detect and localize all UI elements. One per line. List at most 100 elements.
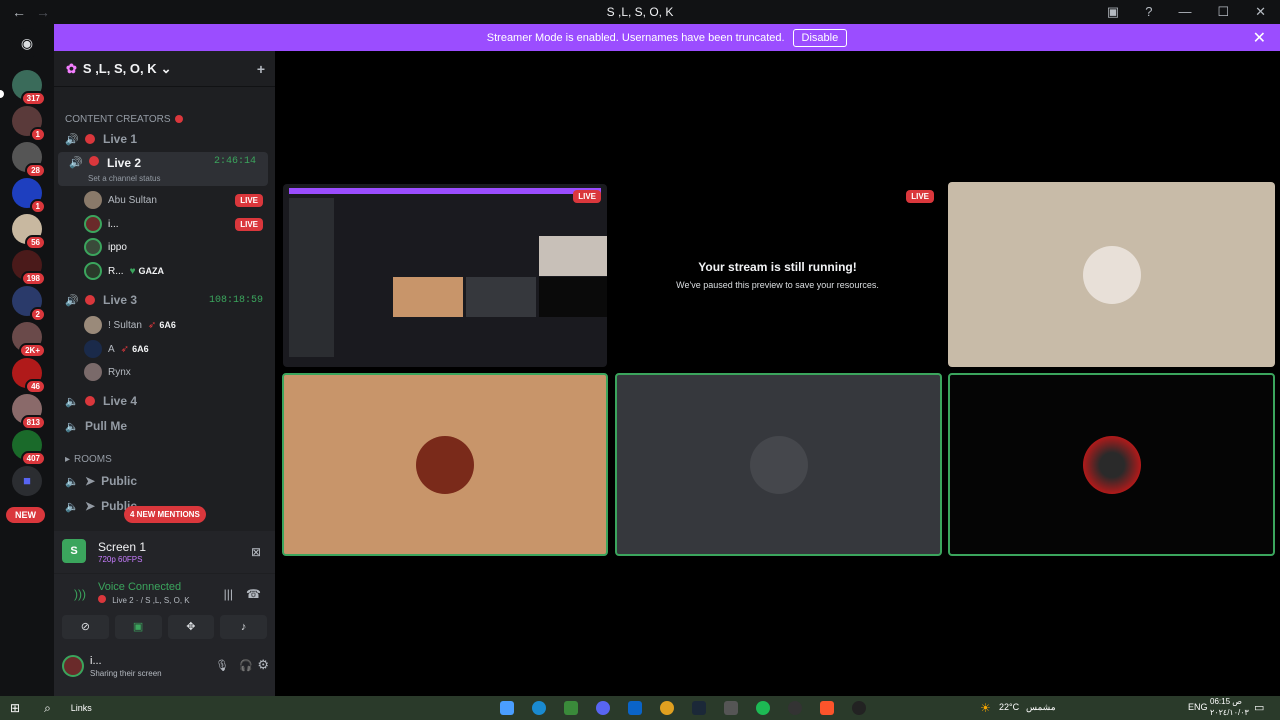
edge-icon[interactable] <box>532 701 546 715</box>
server-icon[interactable]: 46 <box>12 358 46 394</box>
store-icon[interactable] <box>564 701 578 715</box>
search-icon[interactable]: ⌕ <box>44 701 51 716</box>
channel-public[interactable]: 🔈 ➤ Public <box>54 469 275 493</box>
participant-tile[interactable] <box>948 182 1275 367</box>
chevron-down-icon: ⌄ <box>160 60 172 76</box>
guild-header[interactable]: ✿ S ,L, S, O, K ⌄ + <box>54 51 275 87</box>
obs-icon[interactable] <box>788 701 802 715</box>
windows-start-icon[interactable]: ⊞ <box>10 701 20 715</box>
soundboard-button[interactable]: ♪ <box>220 615 267 639</box>
copilot-icon[interactable] <box>500 701 514 715</box>
camera-off-button[interactable]: ⊘ <box>62 615 109 639</box>
server-icon[interactable]: 813 <box>12 394 46 430</box>
banner-text: Streamer Mode is enabled. Usernames have… <box>486 31 785 44</box>
server-icon[interactable]: 407 <box>12 430 46 466</box>
avatar <box>84 215 102 233</box>
voice-user[interactable]: i... LIVE <box>54 212 275 236</box>
links-toolbar[interactable]: Links <box>71 703 92 713</box>
screen-share-button[interactable]: ▣ <box>114 615 162 639</box>
voice-user[interactable]: ! Sultan ➶ 6A6 <box>54 313 275 337</box>
voice-status[interactable]: Voice Connected <box>98 581 181 593</box>
discord-icon[interactable] <box>596 701 610 715</box>
category-rooms[interactable]: ▸ ROOMS <box>54 447 275 471</box>
spotify-icon[interactable] <box>756 701 770 715</box>
voice-user[interactable]: Abu Sultan LIVE <box>54 188 275 212</box>
avatar <box>84 340 102 358</box>
app-icon[interactable] <box>724 701 738 715</box>
channel-live-4[interactable]: 🔈 Live 4 <box>54 389 275 413</box>
screen-share-icon: S <box>62 539 86 563</box>
disable-button[interactable]: Disable <box>792 28 848 47</box>
speaker-icon: 🔊 <box>65 294 79 307</box>
server-list: ◉ 317 1 28 1 56 198 2 2K+ 46 813 407 ■ N… <box>0 24 54 696</box>
voice-panel: S Screen 1 720p 60FPS ⊠ ))) Voice Connec… <box>54 531 275 696</box>
disconnect-icon[interactable]: ☎ <box>246 587 261 601</box>
windows-taskbar: ⊞ ⌕ Links ☀ 22°C مشمس ENG 06:15 ص ٢٠٢٤/١… <box>0 696 1280 720</box>
red-circle-icon <box>174 115 183 123</box>
voice-user[interactable]: Rynx <box>54 360 275 384</box>
outlook-icon[interactable] <box>628 701 642 715</box>
paused-subtitle: We've paused this preview to save your r… <box>676 280 879 290</box>
participant-tile[interactable] <box>615 373 942 556</box>
avatar[interactable] <box>62 655 84 677</box>
play-icon: ➤ <box>85 499 96 513</box>
rocket-icon: ➶ <box>147 319 157 331</box>
speaker-icon: 🔈 <box>65 500 79 513</box>
new-unreads-pill[interactable]: NEW <box>6 507 45 523</box>
stop-stream-icon[interactable]: ⊠ <box>251 545 261 559</box>
live-badge: LIVE <box>573 190 601 203</box>
noise-suppression-icon[interactable]: ||| <box>224 587 233 601</box>
avatar <box>416 435 474 494</box>
voice-user[interactable]: A ➶ 6A6 <box>54 337 275 361</box>
chrome-icon[interactable] <box>660 701 674 715</box>
close-icon[interactable]: ✕ <box>1253 28 1266 48</box>
app-icon[interactable] <box>852 701 866 715</box>
inbox-icon[interactable]: ▣ <box>1107 4 1119 20</box>
server-boost-icon: ✿ <box>66 60 77 76</box>
server-icon[interactable]: 28 <box>12 142 46 178</box>
server-icon[interactable]: 56 <box>12 214 46 250</box>
notification-icon[interactable]: ▭ <box>1254 701 1264 714</box>
minimize-icon[interactable]: — <box>1178 4 1191 20</box>
channel-pull-me[interactable]: 🔈 Pull Me <box>54 414 275 438</box>
brave-icon[interactable] <box>820 701 834 715</box>
new-mentions-pill[interactable]: 4 NEW MENTIONS <box>124 506 206 523</box>
paused-title: Your stream is still running! <box>698 260 857 274</box>
signal-icon: ))) <box>74 587 86 601</box>
microphone-icon[interactable]: 🎙 <box>215 659 229 672</box>
server-icon[interactable]: 1 <box>12 106 46 142</box>
activities-button[interactable]: ✥ <box>167 615 215 639</box>
server-icon[interactable]: 317 <box>12 70 46 106</box>
gear-icon[interactable]: ⚙ <box>257 657 269 673</box>
stream-preview-tile[interactable]: LIVE <box>283 184 607 367</box>
headphones-icon[interactable]: 🎧 <box>239 659 253 672</box>
participant-tile[interactable] <box>948 373 1275 556</box>
speaker-icon: 🔈 <box>65 395 79 408</box>
server-icon[interactable]: 198 <box>12 250 46 286</box>
voice-user[interactable]: ippo <box>54 235 275 259</box>
invite-icon[interactable]: + <box>257 61 265 77</box>
channel-live-1[interactable]: 🔊 Live 1 <box>54 127 275 151</box>
close-window-icon[interactable]: ✕ <box>1255 4 1266 20</box>
language[interactable]: ENG <box>1188 702 1208 712</box>
red-circle-icon <box>85 134 95 144</box>
discord-home-icon[interactable]: ◉ <box>12 28 42 58</box>
steam-icon[interactable] <box>692 701 706 715</box>
help-icon[interactable]: ? <box>1145 4 1152 20</box>
channel-status[interactable]: Set a channel status <box>88 174 161 183</box>
voice-user[interactable]: R... ♥ GAZA <box>54 259 275 283</box>
weather-text: مشمس <box>1026 702 1056 712</box>
temperature[interactable]: 22°C <box>999 702 1019 712</box>
clock-time[interactable]: 06:15 ص <box>1210 697 1242 706</box>
server-icon[interactable]: 2 <box>12 286 46 322</box>
window-title: S ,L, S, O, K <box>606 5 674 19</box>
clock-date[interactable]: ٢٠٢٤/١٠/٠٣ <box>1210 708 1249 717</box>
folder-icon[interactable]: ■ <box>12 466 42 496</box>
server-icon[interactable]: 1 <box>12 178 46 214</box>
channel-live-3[interactable]: 🔊 Live 3 108:18:59 <box>54 288 275 312</box>
participant-tile[interactable] <box>282 373 608 556</box>
channel-live-2[interactable]: 🔊 Live 2 2:46:14 Set a channel status <box>58 152 268 186</box>
maximize-icon[interactable]: ☐ <box>1217 4 1229 20</box>
paused-stream-tile[interactable]: Your stream is still running! We've paus… <box>615 184 940 367</box>
server-icon[interactable]: 2K+ <box>12 322 46 358</box>
